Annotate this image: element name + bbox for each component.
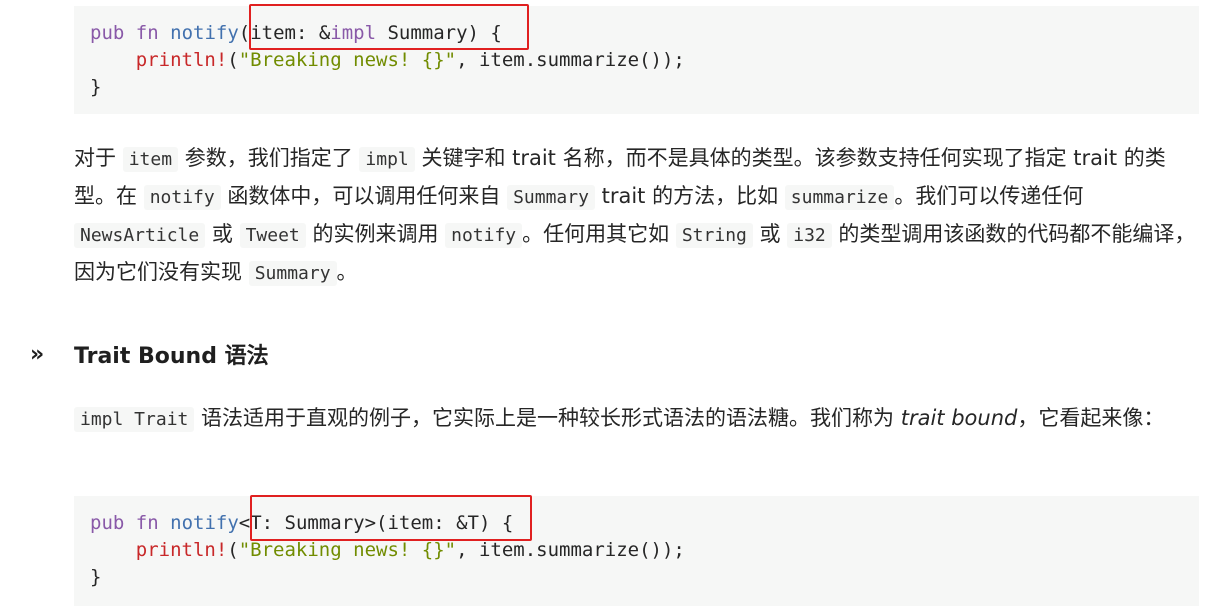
text-segment: trait 的方法，比如 [594, 184, 785, 208]
code-token: } [90, 76, 102, 98]
code-token: Summary) { [376, 22, 502, 44]
inline-code: String [675, 223, 753, 248]
inline-code: impl Trait [74, 407, 195, 432]
text-segment: ，它看起来像： [1017, 406, 1165, 430]
text-segment: 。我们可以传递任何 [894, 184, 1084, 208]
text-segment: 。 [336, 260, 358, 284]
paragraph-impl-explanation: 对于 item 参数，我们指定了 impl 关键字和 trait 名称，而不是具… [74, 140, 1204, 292]
text-segment: 语法适用于直观的例子，它实际上是一种较长形式语法的语法糖。我们称为 [194, 406, 901, 430]
inline-code: summarize [784, 185, 895, 210]
code-token: fn [135, 512, 159, 534]
code-token: "Breaking news! {}" [238, 539, 457, 561]
code-token: <T: Summary>(item: &T) { [238, 512, 514, 534]
text-segment: 函数体中，可以调用任何来自 [220, 184, 508, 208]
code-line: } [90, 564, 1183, 591]
code-token: pub [90, 22, 125, 44]
code-token: notify [170, 512, 239, 534]
code-token: "Breaking news! {}" [238, 49, 457, 71]
code-token: , item.summarize()); [456, 539, 685, 561]
code-line: pub fn notify<T: Summary>(item: &T) { [90, 510, 1183, 537]
code-line: println!("Breaking news! {}", item.summa… [90, 537, 1183, 564]
inline-code: notify [143, 185, 221, 210]
code-block-trait-bound: pub fn notify<T: Summary>(item: &T) { pr… [74, 496, 1199, 606]
code-token: impl [330, 22, 377, 44]
inline-code: impl [359, 147, 415, 172]
section-heading: » Trait Bound 语法 [30, 337, 269, 371]
text-segment: 或 [752, 222, 788, 246]
inline-code: Summary [507, 185, 595, 210]
emphasis-text: trait bound [900, 406, 1018, 430]
paragraph-trait-bound-intro: impl Trait 语法适用于直观的例子，它实际上是一种较长形式语法的语法糖。… [74, 400, 1204, 438]
text-segment: 参数，我们指定了 [178, 146, 360, 170]
inline-code: item [122, 147, 179, 172]
inline-code: i32 [787, 223, 832, 248]
code-token: (item: & [238, 22, 331, 44]
code-token: ( [227, 539, 239, 561]
inline-code: Summary [248, 261, 337, 286]
code-token: } [90, 566, 102, 588]
code-token: fn [135, 22, 159, 44]
code-token: , item.summarize()); [456, 49, 685, 71]
code-line: println!("Breaking news! {}", item.summa… [90, 47, 1183, 74]
code-token: notify [170, 22, 239, 44]
text-segment: 或 [205, 222, 240, 246]
code-token: pub [90, 512, 125, 534]
code-token: println! [135, 49, 228, 71]
heading-text: Trait Bound 语法 [74, 344, 269, 369]
code-token: ( [227, 49, 239, 71]
inline-code: NewsArticle [74, 223, 206, 248]
code-line: } [90, 74, 1183, 101]
text-segment: 的实例来调用 [305, 222, 446, 246]
text-segment: 对于 [74, 146, 123, 170]
code-token: println! [135, 539, 228, 561]
text-segment: 。任何用其它如 [522, 222, 676, 246]
inline-code: Tweet [239, 223, 306, 248]
inline-code: notify [445, 223, 523, 248]
anchor-link-icon[interactable]: » [30, 342, 74, 367]
code-line: pub fn notify(item: &impl Summary) { [90, 20, 1183, 47]
code-block-impl-trait: pub fn notify(item: &impl Summary) { pri… [74, 6, 1199, 114]
